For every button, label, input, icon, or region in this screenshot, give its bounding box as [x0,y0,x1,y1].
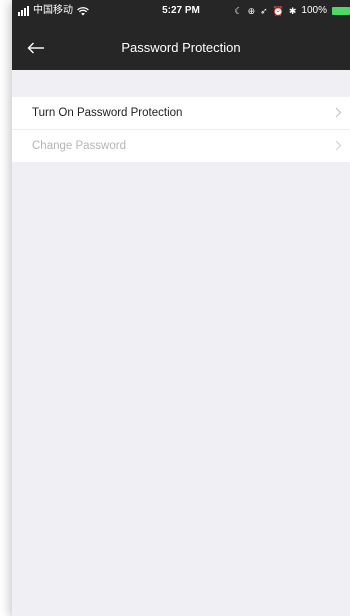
phone-screen: 中国移动 5:27 PM ☾ ⊕ ➶ ⏰ ✱ 100% Password Pro… [12,0,350,616]
chevron-right-icon [335,107,342,118]
carrier-name: 中国移动 [33,5,73,16]
battery-percentage: 100% [301,5,327,16]
status-bar-left: 中国移动 [18,5,89,17]
navigation-bar: Password Protection [12,34,350,62]
bluetooth-icon: ✱ [288,6,297,16]
signal-strength-icon [18,6,29,16]
content-area: Turn On Password Protection Change Passw… [12,70,350,616]
list-item-label: Turn On Password Protection [32,107,183,119]
status-bar: 中国移动 5:27 PM ☾ ⊕ ➶ ⏰ ✱ 100% [12,0,350,22]
battery-icon [332,7,350,15]
settings-list: Turn On Password Protection Change Passw… [12,97,350,162]
list-item-label: Change Password [32,140,126,152]
moon-icon: ☾ [234,6,243,16]
status-bar-right: ☾ ⊕ ➶ ⏰ ✱ 100% [234,5,350,17]
top-bar: 中国移动 5:27 PM ☾ ⊕ ➶ ⏰ ✱ 100% Password Pro… [12,0,350,70]
turn-on-password-protection-item[interactable]: Turn On Password Protection [12,97,350,129]
chevron-right-icon [335,140,342,151]
change-password-item[interactable]: Change Password [12,129,350,162]
location-icon: ➶ [260,6,268,16]
wifi-icon [77,6,89,16]
page-title: Password Protection [121,40,241,55]
alarm-icon: ⏰ [272,6,284,16]
orientation-lock-icon: ⊕ [247,6,256,16]
